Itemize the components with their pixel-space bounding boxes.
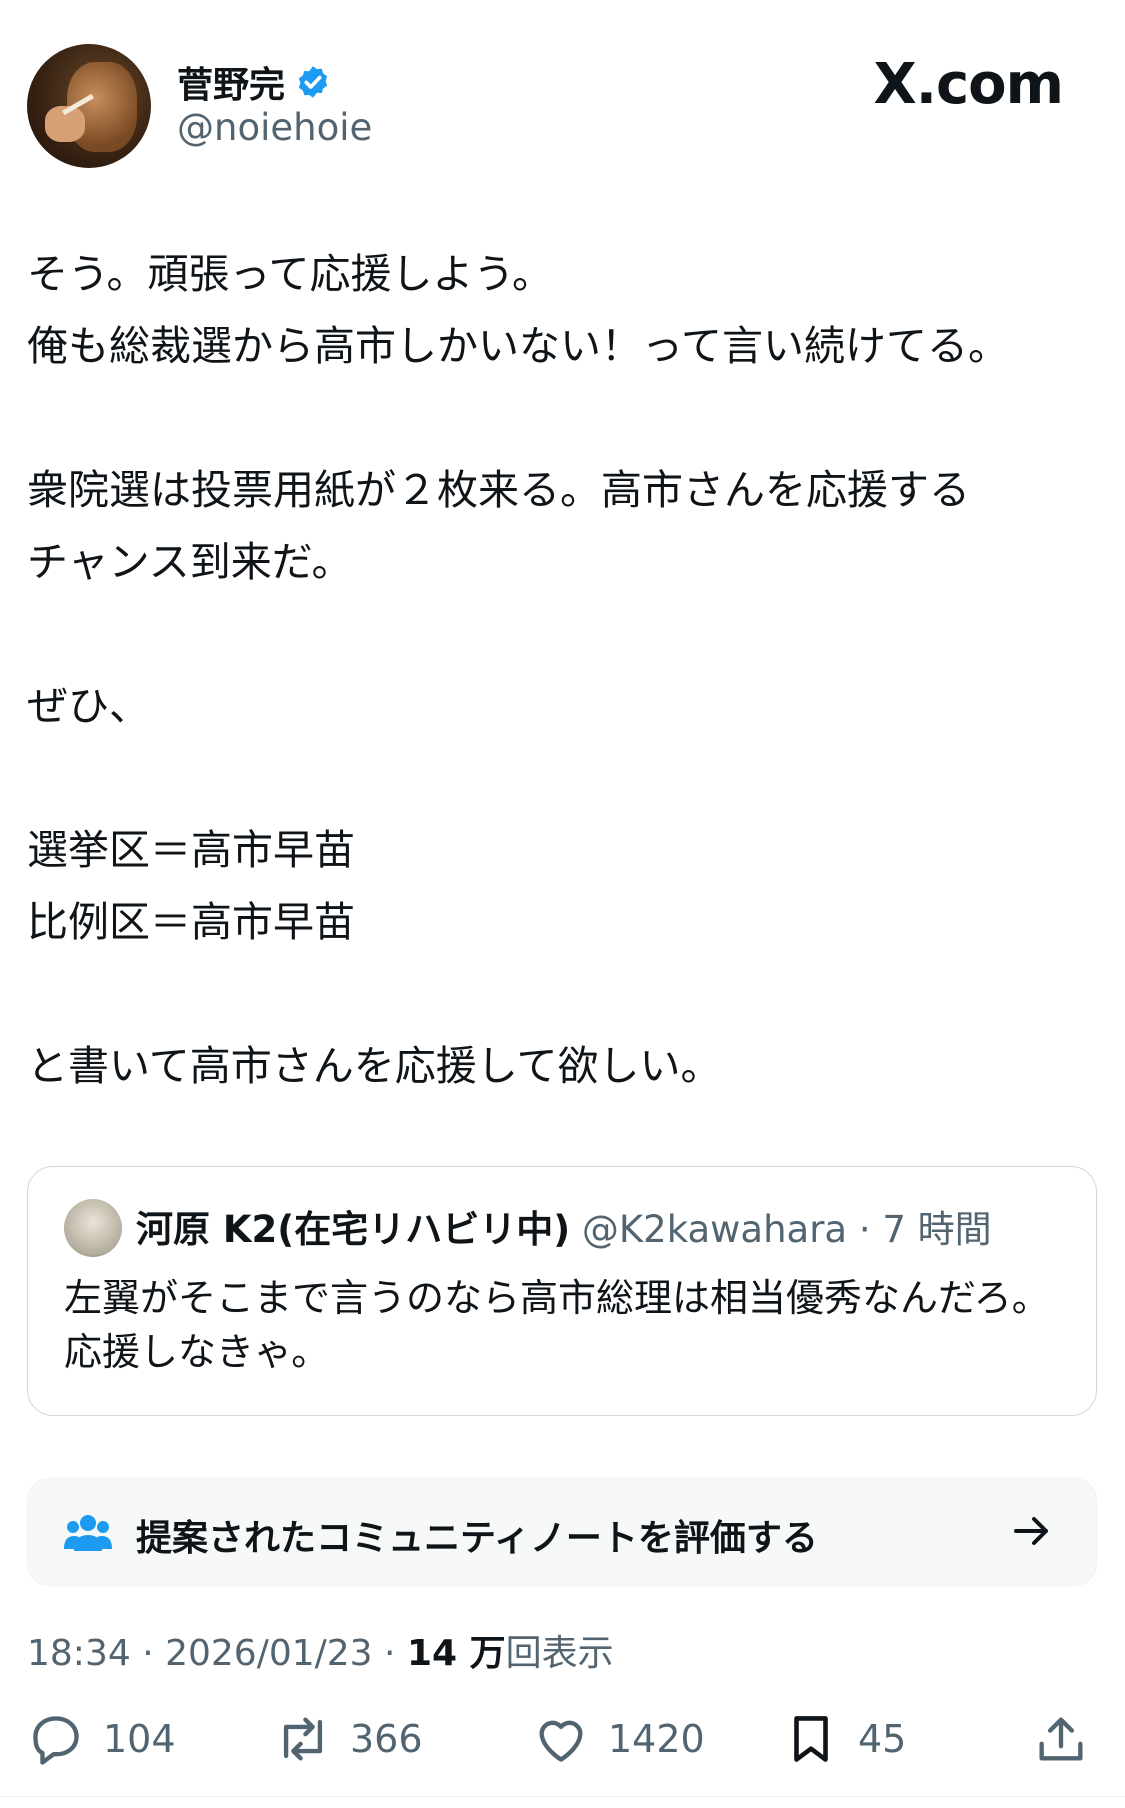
- quoted-author-handle[interactable]: @K2kawahara: [582, 1208, 847, 1251]
- bottom-divider: [0, 1796, 1125, 1797]
- like-count: 1420: [608, 1717, 705, 1761]
- verified-badge-icon: [298, 66, 328, 98]
- quoted-author-name[interactable]: 河原 K2(在宅リハビリ中): [136, 1208, 570, 1251]
- like-button[interactable]: 1420: [532, 1710, 705, 1768]
- tweet-line: 俺も総裁選から高市しかいない！って言い続けてる。: [27, 322, 1009, 370]
- tweet-line: 選挙区＝高市早苗: [27, 826, 355, 874]
- bookmark-icon: [794, 1716, 828, 1762]
- tweet-line: 衆院選は投票用紙が２枚来る。高市さんを応援する: [27, 466, 970, 514]
- bookmark-count: 45: [858, 1717, 907, 1761]
- reply-button[interactable]: 104: [27, 1710, 176, 1768]
- quoted-tweet-text: 左翼がそこまで言うのなら高市総理は相当優秀なんだろ。応援しなきゃ。: [64, 1276, 1050, 1374]
- meta-separator: ·: [372, 1633, 407, 1674]
- bookmark-button[interactable]: 45: [782, 1710, 906, 1768]
- tweet-line: チャンス到来だ。: [27, 538, 353, 586]
- repost-button[interactable]: 366: [274, 1710, 423, 1768]
- tweet-line: と書いて高市さんを応援して欲しい。: [27, 1042, 722, 1090]
- view-label: 回表示: [505, 1633, 614, 1674]
- tweet-text: そう。頑張って応援しよう。 俺も総裁選から高市しかいない！って言い続けてる。 衆…: [27, 238, 1097, 1102]
- repost-count: 366: [350, 1717, 423, 1761]
- reply-icon: [33, 1716, 79, 1765]
- share-button[interactable]: [1032, 1710, 1090, 1768]
- tweet-line: 比例区＝高市早苗: [27, 898, 355, 946]
- quoted-author-avatar[interactable]: [64, 1199, 122, 1257]
- author-name-row: 菅野完: [177, 56, 331, 108]
- quoted-tweet-card[interactable]: 河原 K2(在宅リハビリ中) @K2kawahara · 7 時間 左翼がそこま…: [27, 1166, 1097, 1416]
- site-label: X.com: [873, 52, 1064, 117]
- author-avatar[interactable]: [27, 44, 151, 168]
- tweet-meta: 18:34 · 2026/01/23 · 14 万回表示: [27, 1624, 614, 1676]
- repost-icon: [283, 1717, 323, 1761]
- heart-icon: [539, 1720, 583, 1762]
- quoted-tweet-header: 河原 K2(在宅リハビリ中) @K2kawahara · 7 時間: [136, 1199, 992, 1253]
- tweet-line: ぜひ、: [27, 682, 150, 730]
- community-note-prompt[interactable]: 提案されたコミュニティノートを評価する: [27, 1478, 1097, 1586]
- action-bar: 104 366 1420 45: [27, 1710, 1097, 1780]
- community-people-icon: [64, 1515, 112, 1551]
- view-count: 14 万: [406, 1633, 506, 1674]
- tweet-date[interactable]: 2026/01/23: [165, 1633, 373, 1674]
- author-name[interactable]: 菅野完: [177, 56, 285, 108]
- reply-count: 104: [103, 1717, 176, 1761]
- share-icon: [1039, 1717, 1083, 1761]
- tweet-line: そう。頑張って応援しよう。: [27, 250, 554, 298]
- meta-separator: ·: [130, 1633, 166, 1674]
- quoted-tweet-time: · 7 時間: [858, 1208, 992, 1251]
- community-note-label: 提案されたコミュニティノートを評価する: [136, 1518, 818, 1559]
- tweet-time[interactable]: 18:34: [27, 1633, 131, 1674]
- arrow-right-icon: [1014, 1517, 1048, 1545]
- author-handle[interactable]: @noiehoie: [177, 106, 372, 149]
